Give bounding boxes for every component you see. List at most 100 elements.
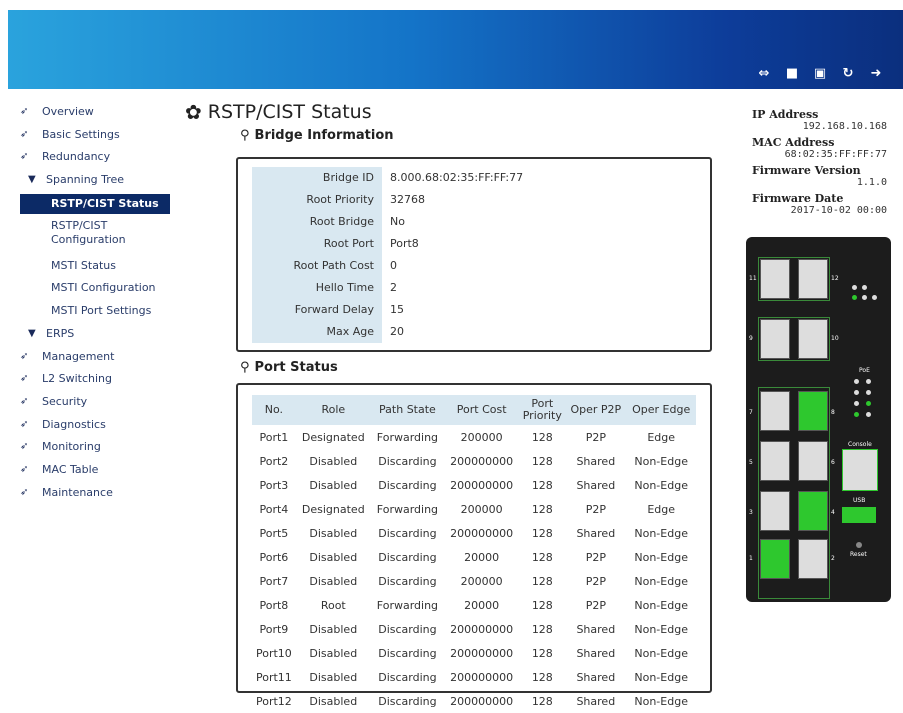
port-4[interactable] [798,491,828,531]
sidebar-item-management[interactable]: ➶ Management [20,348,170,371]
sidebar-item-msti-port-settings[interactable]: MSTI Port Settings [20,302,170,325]
sidebar-item-msti-configuration[interactable]: MSTI Configuration [20,279,170,302]
arrow-icon: ➶ [20,441,29,453]
table-row: Port11 Disabled Discarding 200000000 128 Shar… [252,665,696,689]
sidebar-item-diagnostics[interactable]: ➶ Diagnostics [20,416,170,439]
sidebar-item-mac-table[interactable]: ➶ MAC Table [20,461,170,484]
arrow-icon: ➶ [20,151,29,163]
column-header: Path State [370,395,445,425]
firmware-date-label: Firmware Date [752,192,844,205]
bridge-row: Root Bridge No [252,211,702,233]
console-port[interactable] [842,449,878,491]
bridge-info-panel: Bridge ID 8.000.68:02:35:FF:FF:77 Root Pr… [236,157,712,352]
reset-label: Reset [850,551,867,558]
table-cell: 128 [531,502,553,516]
sidebar-item-label: Management [42,349,115,363]
sidebar-item-maintenance[interactable]: ➶ Maintenance [20,484,170,507]
sidebar-item-security[interactable]: ➶ Security [20,393,170,416]
sidebar-item-redundancy[interactable]: ➶ Redundancy [20,148,170,171]
table-cell: Forwarding [376,430,439,444]
port-status-heading-text: Port Status [254,360,338,375]
table-cell: 200000000 [450,454,514,468]
port-status-table: No. Role Path State Port Cost Port Prior… [252,395,696,713]
port-7[interactable] [760,391,790,431]
table-cell: Port11 [255,670,292,684]
port-1[interactable] [760,539,790,579]
sidebar-item-erps[interactable]: ▼ ERPS [20,325,170,348]
table-cell: Edge [647,502,676,516]
table-cell: Disabled [309,574,358,588]
sidebar-item-label: MSTI Status [51,258,116,272]
port-11[interactable] [760,259,790,299]
sidebar-item-label: ERPS [46,326,75,340]
link-icon[interactable]: ⇔ [757,67,771,81]
table-cell: Non-Edge [634,622,688,636]
sidebar-item-rstp-cist-configuration[interactable]: RSTP/CIST Configuration [20,217,170,257]
sidebar-item-basic-settings[interactable]: ➶ Basic Settings [20,126,170,149]
table-cell: Port2 [259,454,289,468]
port-5[interactable] [760,441,790,481]
page-title: ✿ RSTP/CIST Status [185,100,715,124]
column-header: Role [295,395,371,425]
bridge-label: Bridge ID [252,167,382,189]
port-label: 7 [749,409,753,416]
column-header: Oper P2P [565,395,627,425]
column-header: Port Priority [519,395,566,425]
bridge-row: Forward Delay 15 [252,299,702,321]
port-label: 1 [749,555,753,562]
table-row: Port2 Disabled Discarding 200000000 128 Share… [252,449,696,473]
sidebar-item-monitoring[interactable]: ➶ Monitoring [20,438,170,461]
table-cell: 128 [531,526,553,540]
table-cell: Designated [301,430,365,444]
poe-label: PoE [859,367,870,374]
table-cell: 200000000 [450,646,514,660]
table-cell: Discarding [378,670,437,684]
bridge-info-heading-text: Bridge Information [254,128,394,143]
port-6[interactable] [798,441,828,481]
refresh-icon[interactable]: ↻ [841,67,855,81]
bridge-row: Bridge ID 8.000.68:02:35:FF:FF:77 [252,167,702,189]
logout-icon[interactable]: ➜ [869,67,883,81]
table-row: Port5 Disabled Discarding 200000000 128 Share… [252,521,696,545]
arrow-icon: ➶ [20,106,29,117]
port-9[interactable] [760,319,790,359]
table-cell: 200000000 [450,670,514,684]
bridge-value: 0 [390,259,397,272]
port-8[interactable] [798,391,828,431]
table-cell: 200000 [460,430,503,444]
table-cell: Edge [647,430,676,444]
port-label: 8 [831,409,835,416]
port-10[interactable] [798,319,828,359]
port-status-heading: ⚲ Port Status [240,360,338,375]
port-12[interactable] [798,259,828,299]
mac-value: 68:02:35:FF:FF:77 [784,149,887,160]
save-as-icon[interactable]: ▣ [813,67,827,81]
table-cell: P2P [585,430,606,444]
sidebar-item-rstp-cist-status[interactable]: RSTP/CIST Status [20,193,170,214]
port-label: 6 [831,459,835,466]
sidebar-item-msti-status[interactable]: MSTI Status [20,257,170,280]
usb-port[interactable] [842,507,876,523]
bridge-label: Hello Time [252,277,382,299]
port-3[interactable] [760,491,790,531]
bridge-label: Root Bridge [252,211,382,233]
sidebar: ➶ Overview ➶ Basic Settings ➶ Redundancy ▼ S… [20,103,170,506]
table-cell: 200000000 [450,622,514,636]
sidebar-item-label: MSTI Port Settings [51,304,152,318]
sidebar-item-l2-switching[interactable]: ➶ L2 Switching [20,370,170,393]
sidebar-item-label: MAC Table [42,462,99,476]
reset-button[interactable] [856,542,862,548]
port-2[interactable] [798,539,828,579]
bridge-value: No [390,215,405,228]
sidebar-item-spanning-tree[interactable]: ▼ Spanning Tree [20,171,170,194]
sidebar-item-overview[interactable]: ➶ Overview [20,103,170,126]
table-cell: Non-Edge [634,526,688,540]
table-cell: Shared [576,478,616,492]
bridge-label: Root Path Cost [252,255,382,277]
table-header-row: No. Role Path State Port Cost Port Prior… [252,395,696,425]
bridge-info-heading: ⚲ Bridge Information [240,128,715,143]
bridge-label: Forward Delay [252,299,382,321]
bridge-row: Hello Time 2 [252,277,702,299]
save-icon[interactable]: ■ [785,67,799,81]
table-cell: 128 [531,598,553,612]
